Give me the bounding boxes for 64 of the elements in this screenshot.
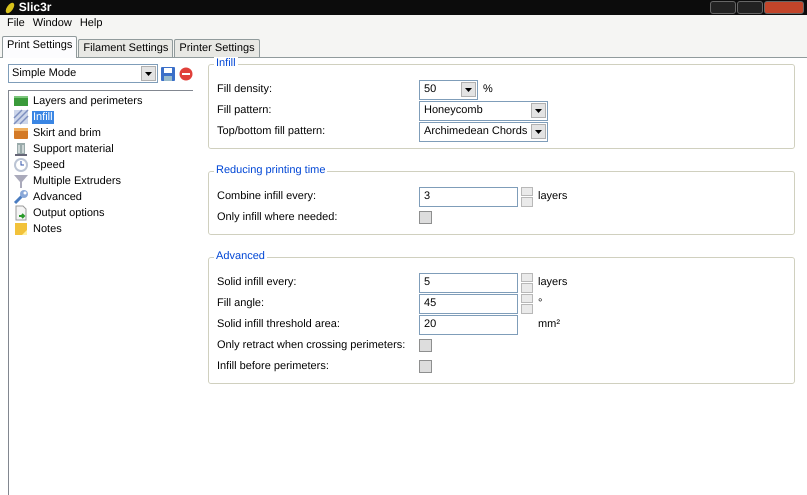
spin-button[interactable] (521, 272, 533, 293)
option-label: Infill before perimeters: (217, 360, 330, 374)
document-icon (13, 205, 29, 222)
unit-label: layers (538, 190, 568, 204)
checkbox[interactable] (419, 360, 432, 374)
wrench-icon (13, 189, 29, 206)
menu-item[interactable]: File (3, 14, 29, 32)
option-label: Solid infill every: (217, 276, 298, 290)
note-icon (13, 221, 29, 238)
option-label: Only infill where needed: (217, 211, 338, 224)
tree-item[interactable]: Notes (32, 222, 63, 236)
maximize-button[interactable] (737, 1, 764, 14)
unit-label: ° (538, 297, 542, 310)
funnel-icon (13, 173, 29, 190)
input-field[interactable]: 3 (419, 186, 518, 207)
save-icon[interactable] (160, 66, 176, 82)
option-label: Solid infill threshold area: (217, 318, 341, 332)
input-field[interactable]: 45 (419, 294, 518, 314)
checkbox[interactable] (419, 339, 432, 352)
minimize-button[interactable] (710, 1, 736, 14)
tree-item[interactable]: Infill (32, 110, 54, 124)
input-field[interactable]: 5 (419, 272, 518, 293)
spin-button[interactable] (521, 294, 533, 314)
option-label: Fill density: (217, 83, 274, 96)
unit-label: mm² (538, 318, 560, 332)
spin-button[interactable] (521, 186, 533, 207)
caret-icon (144, 72, 152, 76)
app-icon (4, 2, 16, 14)
tree-item[interactable]: Output options (32, 206, 106, 220)
option-label: Fill pattern: (217, 104, 272, 118)
tree-item[interactable]: Layers and perimeters (32, 94, 144, 108)
dropdown[interactable]: Honeycomb (419, 100, 548, 121)
caret-icon (535, 108, 542, 113)
tree-item[interactable]: Skirt and brim (32, 126, 102, 140)
dropdown[interactable]: 50 (419, 80, 478, 100)
clock-icon (13, 157, 29, 174)
unit-label: % (483, 83, 493, 96)
caret-icon (465, 88, 472, 92)
tab[interactable]: Filament Settings (78, 39, 174, 58)
menu-item[interactable]: Help (76, 14, 106, 32)
dropdown[interactable]: Archimedean Chords (419, 122, 548, 142)
tab[interactable]: Printer Settings (174, 39, 260, 58)
option-label: Only retract when crossing perimeters: (217, 339, 406, 352)
delete-icon[interactable] (179, 66, 193, 81)
tree-item[interactable]: Multiple Extruders (32, 174, 122, 188)
option-label: Fill angle: (217, 297, 266, 310)
option-label: Top/bottom fill pattern: (217, 125, 326, 138)
input-field[interactable]: 20 (419, 314, 518, 335)
close-button[interactable] (764, 1, 804, 14)
hatch-icon (13, 109, 29, 126)
tree-item[interactable]: Speed (32, 158, 66, 172)
box-icon (13, 125, 29, 142)
checkbox[interactable] (419, 211, 432, 224)
option-label: Combine infill every: (217, 190, 318, 204)
window-title: Slic3r (18, 0, 52, 15)
tab[interactable]: Print Settings (2, 36, 78, 58)
group-title: Reducing printing time (214, 164, 328, 178)
unit-label: layers (538, 276, 568, 290)
tree-item[interactable]: Advanced (32, 190, 83, 204)
caret-icon (535, 130, 542, 134)
building-icon (13, 141, 29, 158)
menu-item[interactable]: Window (28, 14, 76, 32)
tree-item[interactable]: Support material (32, 142, 115, 156)
preset-dropdown[interactable]: Simple Mode (8, 64, 158, 84)
